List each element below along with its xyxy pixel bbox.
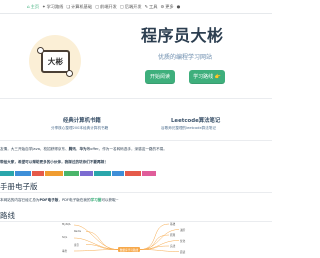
mindmap-link [73, 249, 119, 252]
nav-item-6[interactable]: ⚙ 更多 [160, 4, 173, 10]
mindmap-node: Redis [74, 229, 81, 233]
mindmap-node: 事务 [62, 250, 68, 253]
ebook-text: 本网站的内容已经汇总为PDF电子版，PDF电子版在我的学习圈可以获取~ [0, 198, 119, 203]
mindmap-node: 面试 [180, 250, 186, 254]
badge [64, 171, 79, 176]
home-icon: ⌂ [27, 4, 30, 9]
ebook-text-part: ，PDF电子版在我的 [58, 198, 91, 202]
github-icon: ● [176, 4, 181, 9]
intro-text: 等offer。作为一名转码选手，深感这一路的不易。 [86, 147, 167, 151]
intro-highlight: 华为 [79, 147, 87, 151]
nav-item-label: 前端开发 [100, 3, 117, 9]
badge [15, 171, 31, 176]
book-icon: ❏ [66, 4, 71, 9]
nav-item-label: 更多 [165, 3, 174, 9]
mindmap-node: 基础 [170, 223, 176, 226]
badge [32, 171, 44, 176]
study-circle-link[interactable]: 学习圈 [91, 198, 102, 202]
badge [80, 171, 93, 176]
mindmap-node: 实战 [170, 245, 176, 248]
tool-icon: ✎ [144, 4, 149, 9]
code-icon: ▢ [119, 4, 124, 9]
nav-item-label: 计算机基础 [71, 3, 93, 9]
nav-item-2[interactable]: ❏ 计算机基础 [66, 4, 92, 10]
gear-icon: ⚙ [160, 4, 165, 9]
intro-paragraph-2: 带给大家，希望可以帮助更多的小伙伴，我踩过的坑你们不要再踩！ [0, 160, 108, 164]
mindmap-center-node: 数据库学习路线 [118, 247, 140, 252]
badge [112, 171, 124, 176]
badge-strip [0, 171, 156, 176]
hero-tagline: 优质的编程学习网站 [158, 54, 213, 61]
mindmap-node: 索引 [74, 243, 80, 247]
nav-item-5[interactable]: ✎ 工具 [145, 4, 158, 10]
ebook-text-part: 本网站的内容已经汇总为 [0, 198, 40, 202]
code-icon: ▢ [95, 4, 100, 9]
intro-highlight: 腾讯 [68, 147, 76, 151]
hero-title: 程序员大彬 [141, 26, 224, 45]
nav-item-7[interactable]: ● [177, 4, 182, 9]
mindmap-node: 原理 [170, 234, 176, 237]
mindmap-node: 进阶 [180, 228, 186, 232]
intro-text: 友情， [0, 147, 11, 151]
badge [125, 171, 141, 176]
feature-title: 经典计算机书籍 [63, 118, 101, 124]
divider [0, 98, 272, 99]
badge [142, 171, 156, 176]
logo-text: 大彬 [47, 57, 64, 66]
site-logo: 大彬 [29, 35, 81, 87]
mindmap-link [139, 249, 180, 252]
nav-item-3[interactable]: ▢ 前端开发 [95, 4, 117, 10]
section-heading-route: 路线 [0, 211, 15, 220]
mindmap-node: 优化 [180, 239, 186, 243]
badge [94, 171, 111, 176]
start-reading-button[interactable]: 开始阅读 [145, 70, 175, 84]
section-heading-ebook: 手册电子版 [0, 182, 38, 191]
nav-item-1[interactable]: ✦ 学习路线 [42, 4, 63, 10]
mindmap-node: MySQL [62, 223, 71, 226]
badge [45, 171, 63, 176]
learning-route-button[interactable]: 学习路线 👉 [189, 70, 225, 84]
feature-title: Leetcode算法笔记 [171, 118, 221, 124]
fire-icon: ✦ [42, 4, 46, 9]
mindmap-link [139, 223, 170, 250]
mindmap-lines [73, 223, 180, 252]
divider [0, 140, 272, 141]
intro-text: 大三开始自学Java，校招获得京东、 [10, 147, 69, 151]
logo-decoration [37, 47, 44, 54]
nav-item-label: 工具 [149, 3, 158, 9]
intro-paragraph: 友情，大三开始自学Java，校招获得京东、腾讯、华为等offer。作为一名转码选… [0, 147, 167, 152]
mindmap-node: SQL [62, 236, 68, 239]
logo-decoration [66, 70, 73, 77]
top-nav: ⌂ 主页 ✦ 学习路线 ❏ 计算机基础 ▢ 前端开发 ▢ 后端开发 ✎ 工具 ⚙ 更多 ● [0, 0, 272, 14]
divider [0, 192, 272, 193]
nav-item-4[interactable]: ▢ 后端开发 [120, 4, 142, 10]
ebook-text-part: 可以获取~ [101, 198, 119, 202]
badge [0, 171, 14, 176]
nav-item-0[interactable]: ⌂ 主页 [27, 4, 39, 10]
learning-route-mindmap: 数据库学习路线 MySQL Redis SQL 索引事务 基础进阶原理优化实战面试 [0, 222, 272, 258]
ebook-text-bold: PDF电子版 [39, 198, 59, 202]
nav-item-label: 主页 [30, 3, 40, 9]
mindmap-link [73, 237, 119, 250]
logo-card: 大彬 [41, 50, 70, 73]
nav-item-label: 后端开发 [124, 3, 142, 9]
nav-item-label: 学习路线 [46, 3, 64, 9]
feature-desc: 分享核心整理200本经典计算机书籍 [51, 126, 109, 130]
feature-desc: 谷歌师兄整理的leetcode算法笔记 [161, 126, 217, 130]
